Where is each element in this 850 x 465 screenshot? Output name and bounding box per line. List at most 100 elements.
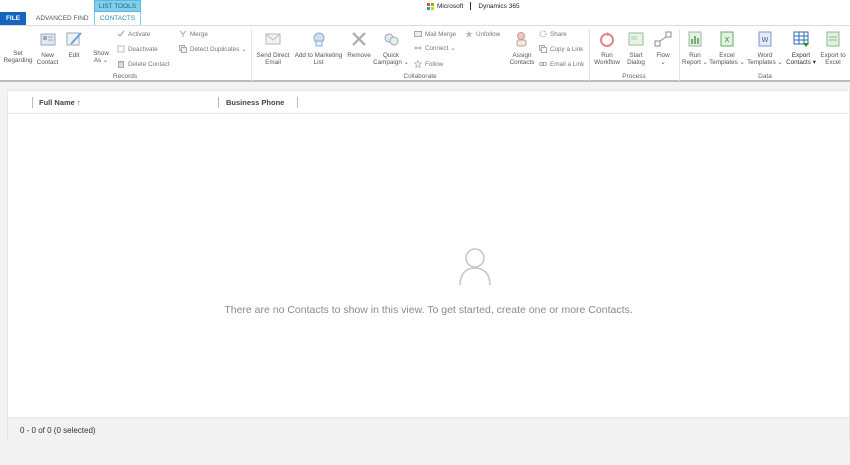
delete-contact-label: Delete Contact	[128, 60, 170, 68]
delete-contact-button[interactable]: Delete Contact	[117, 60, 170, 68]
edit-button[interactable]: Edit	[62, 30, 86, 59]
run-report-button[interactable]: Run Report ⌄	[681, 30, 709, 66]
mail-merge-label: Mail Merge	[425, 30, 457, 38]
column-header-business-phone[interactable]: Business Phone	[226, 98, 284, 107]
email-a-link-button[interactable]: Email a Link	[539, 60, 584, 68]
marketing-list-icon	[313, 32, 324, 47]
follow-label: Follow	[425, 60, 444, 68]
send-direct-email-button[interactable]: Send Direct Email	[254, 30, 292, 66]
excel-templates-label-2: Templates ⌄	[709, 59, 745, 66]
checkmark-icon	[117, 30, 125, 37]
deactivate-button[interactable]: Deactivate	[117, 45, 158, 53]
column-header-full-name[interactable]: Full Name ↑	[39, 98, 81, 107]
excel-icon: X	[720, 31, 734, 47]
contacts-grid: Full Name ↑ Business Phone There are no …	[7, 90, 850, 442]
assign-contacts-label-2: Contacts	[509, 59, 535, 66]
assign-contacts-label-1: Assign	[512, 52, 532, 59]
export-contacts-button[interactable]: Export Contacts ▾	[785, 30, 817, 66]
grid-header: Full Name ↑ Business Phone	[8, 91, 849, 114]
empty-message: There are no Contacts to show in this vi…	[224, 304, 633, 316]
export-to-excel-button[interactable]: Export to Excel	[817, 30, 849, 66]
merge-button[interactable]: Merge	[179, 30, 208, 38]
unfollow-label: Unfollow	[476, 30, 501, 38]
show-as-label-1: Show	[93, 50, 109, 57]
column-separator	[218, 97, 219, 108]
grid-footer: 0 - 0 of 0 (0 selected)	[8, 417, 849, 442]
column-separator[interactable]	[297, 97, 298, 108]
deactivate-label: Deactivate	[128, 45, 158, 53]
export-grid-icon	[793, 31, 809, 47]
brand: Microsoft Dynamics 365	[427, 1, 520, 11]
dialog-icon	[628, 32, 644, 46]
send-direct-email-label-2: Email	[265, 59, 281, 66]
report-icon	[688, 31, 702, 47]
tab-advanced-find[interactable]: ADVANCED FIND	[30, 12, 95, 25]
star-icon	[465, 30, 473, 38]
brand-separator	[470, 2, 472, 10]
start-dialog-label-1: Start	[629, 52, 643, 59]
flow-button[interactable]: Flow ⌄	[651, 30, 675, 66]
ribbon: Set Regarding New Contact Edit Show As ⌄…	[0, 25, 850, 82]
follow-button[interactable]: Follow	[414, 60, 443, 68]
export-contacts-label-2: Contacts ▾	[786, 59, 816, 66]
send-direct-email-label-1: Send Direct	[256, 52, 290, 59]
export-to-excel-label-2: Excel	[825, 59, 841, 66]
start-dialog-button[interactable]: Start Dialog	[624, 30, 648, 66]
detect-duplicates-button[interactable]: Detect Duplicates ⌄	[179, 45, 246, 53]
mail-merge-button[interactable]: Mail Merge	[414, 30, 456, 38]
show-as-label-2: As ⌄	[93, 57, 109, 64]
list-tools-label: LIST TOOLS	[94, 0, 141, 12]
copy-a-link-button[interactable]: Copy a Link	[539, 45, 583, 53]
group-label-records: Records	[112, 73, 138, 80]
workflow-icon	[600, 32, 614, 47]
share-label: Share	[550, 30, 567, 38]
word-icon: W	[758, 31, 772, 47]
run-workflow-label-1: Run	[601, 52, 613, 59]
word-templates-button[interactable]: W Word Templates ⌄	[746, 30, 784, 66]
flow-icon	[654, 31, 672, 47]
run-report-label-1: Run	[689, 52, 701, 59]
deactivate-icon	[117, 45, 125, 53]
new-contact-label-2: Contact	[36, 59, 59, 66]
campaign-icon	[384, 33, 399, 46]
add-to-marketing-list-label-1: Add to Marketing	[294, 52, 343, 59]
remove-label: Remove	[347, 52, 371, 59]
remove-button[interactable]: Remove	[346, 30, 372, 59]
quick-campaign-button[interactable]: Quick Campaign ⌄	[373, 30, 409, 66]
merge-label: Merge	[190, 30, 208, 38]
excel-templates-label-1: Excel	[719, 52, 735, 59]
run-workflow-button[interactable]: Run Workflow	[591, 30, 623, 66]
add-to-marketing-list-label-2: List	[313, 59, 324, 66]
microsoft-logo-icon	[427, 2, 434, 10]
new-contact-button[interactable]: New Contact	[35, 30, 60, 66]
assign-contacts-button[interactable]: Assign Contacts	[507, 30, 537, 66]
link-icon	[539, 62, 547, 66]
column-separator	[32, 97, 33, 108]
detect-duplicates-label: Detect Duplicates ⌄	[190, 45, 247, 53]
group-label-process: Process	[622, 73, 646, 80]
excel-templates-button[interactable]: X Excel Templates ⌄	[709, 30, 745, 66]
share-icon	[539, 30, 547, 38]
show-as-icon	[92, 30, 110, 48]
flow-label-1: Flow	[656, 52, 670, 59]
add-to-marketing-list-button[interactable]: Add to Marketing List	[292, 30, 345, 66]
start-dialog-label-2: Dialog	[627, 59, 645, 66]
tab-file[interactable]: FILE	[0, 12, 26, 25]
unfollow-button[interactable]: Unfollow	[465, 30, 500, 38]
show-as-button[interactable]: Show As ⌄	[88, 30, 114, 64]
group-label-collaborate: Collaborate	[403, 73, 437, 80]
share-button[interactable]: Share	[539, 30, 567, 38]
activate-button[interactable]: Activate	[117, 30, 150, 38]
connect-label: Connect ⌄	[425, 44, 456, 52]
copy-a-link-label: Copy a Link	[550, 45, 584, 53]
tab-contacts[interactable]: CONTACTS	[94, 12, 141, 25]
email-a-link-label: Email a Link	[550, 60, 585, 68]
brand-company: Microsoft	[437, 2, 464, 10]
export-to-excel-label-1: Export to	[820, 52, 846, 59]
word-templates-label-2: Templates ⌄	[747, 59, 783, 66]
set-regarding-label-2: Regarding	[3, 57, 33, 64]
connect-button[interactable]: Connect ⌄	[414, 44, 455, 52]
set-regarding-button[interactable]: Set Regarding	[1, 30, 35, 64]
quick-campaign-label-1: Quick	[382, 52, 400, 59]
new-contact-label-1: New	[41, 52, 54, 59]
